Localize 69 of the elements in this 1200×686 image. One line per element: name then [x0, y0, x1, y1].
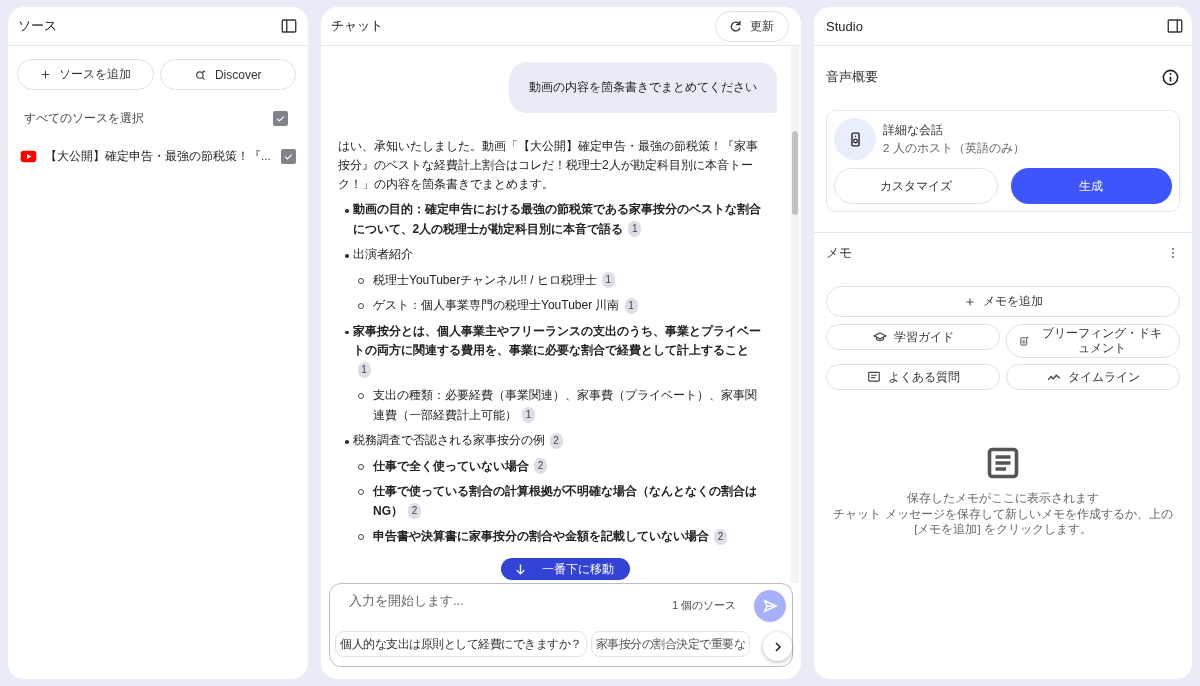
user-message: 動画の内容を箇条書きでまとめてください [509, 62, 777, 113]
note-tool-button[interactable]: タイムライン [1006, 364, 1180, 390]
list-item-text: 仕事で使っている割合の計算根拠が不明確な場合（なんとなくの割合はNG） 2 [373, 483, 758, 521]
empty-state-title: 保存したメモがここに表示されます [907, 491, 1099, 506]
list-item-text: 家事按分とは、個人事業主やフリーランスの支出のうち、事業とプライベートの両方に関連する費用を、事業に必要な割合で経費として計上すること 1 [352, 321, 766, 380]
send-icon [761, 597, 779, 615]
list-item-text: ゲスト：個人事業専門の税理士YouTuber 川南 1 [373, 296, 638, 316]
panel-title: チャット [331, 17, 383, 35]
note-tool-button[interactable]: よくある質問 [826, 364, 1000, 390]
scrollbar[interactable] [791, 46, 799, 583]
list-item-text: 動画の目的：確定申告における最強の節税策である家事按分のベストな割合について、2人の税理士が勘定科目別に本音で語る 1 [352, 201, 762, 239]
list-item-text: 仕事で全く使っていない場合 2 [373, 456, 547, 476]
bullet-icon [345, 254, 349, 258]
note-tool-button[interactable]: ブリーフィング・ドキュメント [1006, 324, 1180, 358]
panel-icon [280, 17, 298, 35]
section-title: 音声概要 [826, 68, 878, 86]
add-source-button[interactable]: ソースを追加 [17, 59, 154, 90]
jump-to-bottom-button[interactable]: 一番下に移動 [501, 558, 630, 580]
collapse-panel-button[interactable] [280, 17, 298, 35]
citation-badge[interactable]: 2 [408, 503, 421, 520]
suggestion-chip[interactable]: 個人的な支出は原則として経費にできますか？ [335, 631, 587, 657]
citation-badge[interactable]: 1 [357, 362, 371, 379]
citation-badge[interactable]: 2 [549, 432, 563, 449]
list-item-text: 税理士YouTuberチャンネル!! / ヒロ税理士 1 [373, 270, 615, 290]
scrollbar-thumb[interactable] [792, 131, 798, 215]
info-button[interactable] [1161, 67, 1180, 87]
panel-title: Studio [826, 18, 863, 34]
chat-input-box[interactable]: 入力を開始します... 1 個のソース 個人的な支出は原則として経費にできますか？ 家事按分の割合決定で重要な [329, 583, 793, 667]
select-all-label: すべてのソースを選択 [24, 109, 144, 127]
bullet-icon [345, 209, 349, 213]
source-count: 1 個のソース [672, 599, 736, 613]
card-subtitle: 2 人のホスト（英語のみ） [883, 140, 1025, 156]
empty-state-message: チャット メッセージを保存して新しいメモを作成するか、上の [メモを追加] をクリックします。 [832, 506, 1174, 537]
note-icon [985, 445, 1021, 481]
panel-title: ソース [18, 17, 57, 35]
list-item-text: 出演者紹介 [352, 246, 413, 263]
citation-badge[interactable]: 2 [534, 458, 547, 475]
citation-badge[interactable]: 1 [624, 297, 638, 314]
discover-button[interactable]: Discover [159, 59, 296, 90]
section-title: メモ [826, 244, 852, 262]
citation-badge[interactable]: 1 [522, 407, 535, 424]
card-title: 詳細な会話 [883, 122, 944, 138]
add-note-button[interactable]: メモを追加 [826, 286, 1180, 317]
info-icon [1161, 67, 1180, 87]
panel-icon [1166, 17, 1184, 35]
generate-button[interactable]: 生成 [1010, 168, 1172, 204]
list-item-text: 申告書や決算書に家事按分の割合や金額を記載していない場合 2 [373, 527, 727, 547]
collapse-panel-button[interactable] [1166, 17, 1184, 35]
refresh-button[interactable]: 更新 [715, 10, 789, 42]
graduation-cap-icon [872, 330, 887, 344]
customize-button[interactable]: カスタマイズ [834, 168, 998, 204]
source-title[interactable]: 【大公開】確定申告・最強の節税策！『... [45, 148, 271, 164]
bullet-icon [345, 440, 349, 444]
refresh-icon [728, 18, 743, 34]
citation-badge[interactable]: 2 [714, 528, 727, 545]
checkbox[interactable] [281, 148, 296, 164]
bullet-icon [345, 330, 349, 334]
response-text: はい、承知いたしました。動画「【大公開】確定申告・最強の節税策！『家事按分』のベストな経費計上割合はコレだ！税理士2人が勘定科目別に本音トーク！」の内容を箇条書きでまとめます。 [338, 138, 759, 193]
list-item-text: 税務調査で否認される家事按分の例 2 [352, 431, 563, 451]
suggestion-chip[interactable]: 家事按分の割合決定で重要な [590, 631, 750, 657]
citation-badge[interactable]: 1 [601, 272, 615, 289]
citation-badge[interactable]: 1 [628, 221, 642, 238]
chat-box-icon [866, 370, 881, 384]
document-icon [1019, 334, 1030, 348]
next-suggestions-button[interactable] [763, 632, 792, 661]
checkbox[interactable] [273, 110, 288, 126]
send-button[interactable] [754, 590, 786, 622]
list-item-text: 支出の種類：必要経費（事業関連）、家事費（プライベート）、家事関連費（一部経費計上可能） 1 [373, 387, 758, 425]
note-tool-button[interactable]: 学習ガイド [826, 324, 1000, 350]
